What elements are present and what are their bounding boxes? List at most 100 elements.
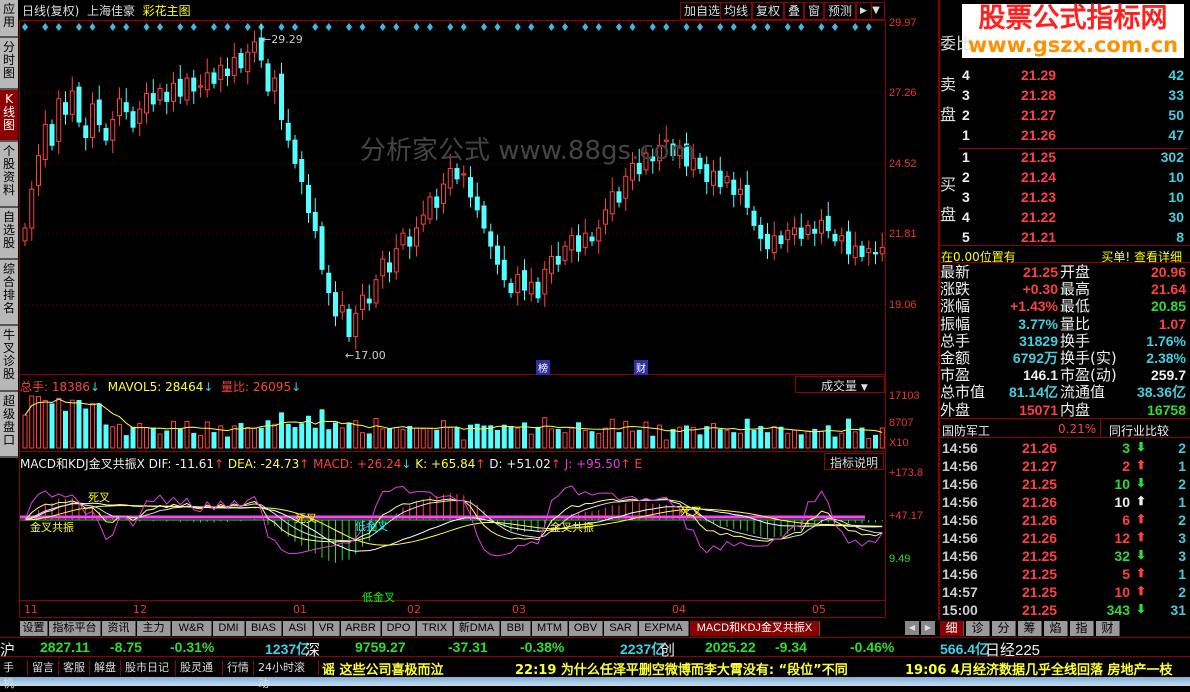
volume-bar xyxy=(839,432,845,449)
quote-tab[interactable]: 指 xyxy=(1070,621,1094,636)
ticker-tab[interactable]: 客服 xyxy=(60,660,90,676)
arrow-up-icon: ⬆ xyxy=(1135,512,1146,526)
index-name[interactable]: 沪 xyxy=(0,639,15,660)
news-headline[interactable]: 谣 这些公司喜极而泣 xyxy=(322,659,444,678)
indicator-tab[interactable]: TRIX xyxy=(417,621,453,636)
sell-order-row[interactable]: 1 21.26 47 xyxy=(958,127,1188,147)
industry-compare-button[interactable]: 同行业比较 xyxy=(1100,419,1169,438)
index-name[interactable]: 创 xyxy=(660,639,675,660)
indicator-tab[interactable]: OBV xyxy=(569,621,603,636)
indicator-help-button[interactable]: 指标说明 xyxy=(824,453,884,470)
news-headline[interactable]: 19:06 4月经济数据几乎全线回落 房地产一枝 xyxy=(905,659,1172,678)
ticker-tab[interactable]: 手机 xyxy=(0,660,28,690)
indicator-tab[interactable]: W&R xyxy=(172,621,212,636)
ticker-tab[interactable]: 股灵通 xyxy=(177,660,223,676)
volume-bar xyxy=(272,423,278,449)
indicator-tab[interactable]: 新DMA xyxy=(454,621,500,636)
finance-marker[interactable]: 财 xyxy=(634,360,648,375)
indicator-tab[interactable]: 资讯 xyxy=(102,621,136,636)
level: 4 xyxy=(962,67,970,83)
indicator-tab[interactable]: DMI xyxy=(213,621,245,636)
stat-label: 涨跌 xyxy=(940,280,971,299)
toolbar-button[interactable]: 加自选 xyxy=(680,2,725,20)
level: 3 xyxy=(962,189,970,205)
notice-bar[interactable]: 在0.00位置有 买单! 查看详细 xyxy=(938,245,1190,265)
signal-diamond-icon xyxy=(42,23,49,31)
ticker-tab[interactable]: 行情 xyxy=(224,660,254,676)
sell-order-row[interactable]: 3 21.28 33 xyxy=(958,87,1188,107)
quote-tab[interactable]: 筹 xyxy=(1018,621,1042,636)
toolbar-button[interactable]: 复权 xyxy=(752,2,785,20)
ticker-tab[interactable]: 留言 xyxy=(29,660,59,676)
quote-tab[interactable]: 分 xyxy=(992,621,1016,636)
signal-label: 金叉共振 xyxy=(30,521,74,534)
volume-bar xyxy=(576,422,581,449)
stat-label: 市盈(动) xyxy=(1060,366,1117,385)
ticker-tab[interactable]: 股市日记 xyxy=(122,660,176,676)
volume-bar xyxy=(650,435,656,449)
tick-price: 21.25 xyxy=(1022,476,1058,492)
indicator-tab[interactable]: SAR xyxy=(604,621,638,636)
indicator-tab[interactable]: MTM xyxy=(532,621,568,636)
volume-bar xyxy=(623,420,629,449)
sell-order-row[interactable]: 2 21.27 50 xyxy=(958,107,1188,127)
quote-tab[interactable]: 诊 xyxy=(966,621,990,636)
scroll-right-icon[interactable]: ▶ xyxy=(921,621,935,635)
index-chg: -9.34 xyxy=(775,639,807,655)
indicator-tab[interactable]: ASI xyxy=(283,621,313,636)
indicator-tab[interactable]: 主力 xyxy=(137,621,171,636)
news-headline[interactable]: 22:19 为什么任泽平删空微博而李大霄没有: “段位”不同 xyxy=(515,659,848,678)
indicator-tab[interactable]: 设置 xyxy=(20,621,48,636)
candle xyxy=(711,170,716,186)
buy-order-row[interactable]: 3 21.23 10 xyxy=(958,189,1188,209)
quote-tab[interactable]: 财 xyxy=(1096,621,1120,636)
tick-row: 14:56 21.25 32 ⬇ 3 xyxy=(940,548,1188,566)
notice-link[interactable]: 买单! 查看详细 xyxy=(1101,248,1182,265)
toolbar-button[interactable]: 叠 xyxy=(784,2,805,20)
quote-tab[interactable]: 细 xyxy=(940,621,964,636)
volume-bar xyxy=(400,429,406,449)
indicator-tab[interactable]: BIAS xyxy=(246,621,282,636)
candle xyxy=(582,232,588,248)
tick-time: 14:56 xyxy=(942,494,978,510)
sector-name[interactable]: 国防军工 xyxy=(942,422,990,439)
buy-order-row[interactable]: 2 21.24 10 xyxy=(958,169,1188,189)
arrow-down-icon: ⬇ xyxy=(1135,602,1146,616)
candle xyxy=(481,205,487,229)
indicator-tab[interactable]: 指标平台 xyxy=(49,621,101,636)
index-name[interactable]: 深 xyxy=(305,639,320,660)
candle xyxy=(292,139,298,164)
indicator-tab[interactable]: MACD和KDJ金叉共振X xyxy=(690,621,820,636)
volume-bar xyxy=(819,430,824,449)
index-name[interactable]: 日经225 xyxy=(985,639,1040,660)
forward-icon[interactable]: ▶ xyxy=(856,2,872,20)
candle xyxy=(447,168,453,189)
volume-indicator-select[interactable]: 成交量 ▼ xyxy=(795,376,885,393)
sell-order-row[interactable]: 4 21.29 42 xyxy=(958,67,1188,87)
indicator-tab[interactable]: BBI xyxy=(501,621,531,636)
arrow-up-icon: ⬆ xyxy=(1135,584,1146,598)
indicator-tab[interactable]: VR xyxy=(314,621,340,636)
quote-tab[interactable]: 焰 xyxy=(1044,621,1068,636)
indicator-tab[interactable]: DPO xyxy=(382,621,416,636)
volume-bar xyxy=(123,435,129,449)
ticker-tab[interactable]: 24小时滚动 xyxy=(255,660,319,690)
buy-order-row[interactable]: 4 21.22 30 xyxy=(958,209,1188,229)
buy-order-row[interactable]: 1 21.25 302 xyxy=(958,149,1188,169)
volume-bar xyxy=(508,425,514,449)
volume-bar xyxy=(697,434,703,449)
volume-bar xyxy=(751,429,757,449)
indicator-tab[interactable]: ARBR xyxy=(341,621,381,636)
toolbar-button[interactable]: 均线 xyxy=(720,2,753,20)
stat-label: 最低 xyxy=(1060,297,1091,316)
scroll-left-icon[interactable]: ◀ xyxy=(905,621,919,635)
signal-diamond-icon xyxy=(852,23,859,31)
list-marker[interactable]: 榜 xyxy=(536,360,550,375)
toolbar-button[interactable]: 预测 xyxy=(824,2,857,20)
indicator-tab[interactable]: EXPMA xyxy=(639,621,689,636)
indicator-name: MACD和KDJ金叉共振X xyxy=(20,457,145,471)
ticker-tab[interactable]: 解盘 xyxy=(91,660,121,676)
toolbar-button[interactable]: 窗 xyxy=(804,2,825,20)
price: 21.22 xyxy=(1021,209,1057,225)
tick-row: 14:56 21.26 10 ⬆ 1 xyxy=(940,494,1188,512)
